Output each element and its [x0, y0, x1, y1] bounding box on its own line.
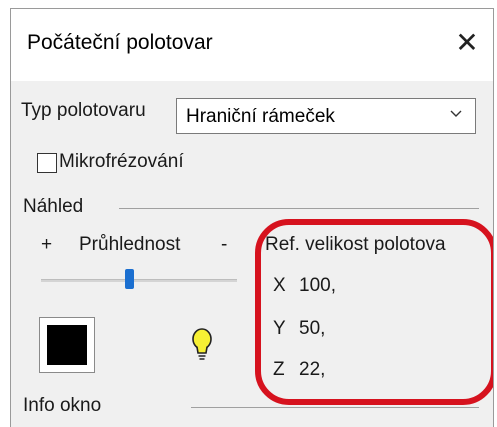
transparency-label: Průhlednost — [79, 234, 181, 255]
transparency-slider[interactable] — [41, 279, 237, 282]
transparency-slider-thumb[interactable] — [125, 269, 135, 289]
microfrezovani-checkbox[interactable] — [37, 153, 57, 173]
info-section-label: Info okno — [23, 395, 102, 416]
lightbulb-icon[interactable] — [189, 327, 215, 363]
color-swatch — [47, 325, 87, 365]
stock-dialog: Počáteční polotovar ✕ Typ polotovaru Hra… — [10, 8, 494, 427]
annotation-highlight — [255, 219, 493, 405]
preview-divider — [119, 208, 479, 209]
close-icon[interactable]: ✕ — [449, 25, 485, 61]
stock-type-select[interactable]: Hraniční rámeček — [176, 98, 476, 134]
chevron-down-icon — [450, 110, 462, 117]
stock-type-label: Typ polotovaru — [21, 100, 146, 121]
transparency-plus: + — [41, 234, 53, 255]
preview-section-label: Náhled — [23, 196, 84, 217]
info-divider — [191, 407, 479, 408]
transparency-minus: - — [221, 234, 228, 255]
dialog-title: Počáteční polotovar — [27, 31, 213, 54]
dialog-titlebar: Počáteční polotovar ✕ — [11, 9, 493, 81]
stock-type-value: Hraniční rámeček — [186, 106, 335, 127]
microfrezovani-label: Mikrofrézování — [59, 151, 184, 172]
